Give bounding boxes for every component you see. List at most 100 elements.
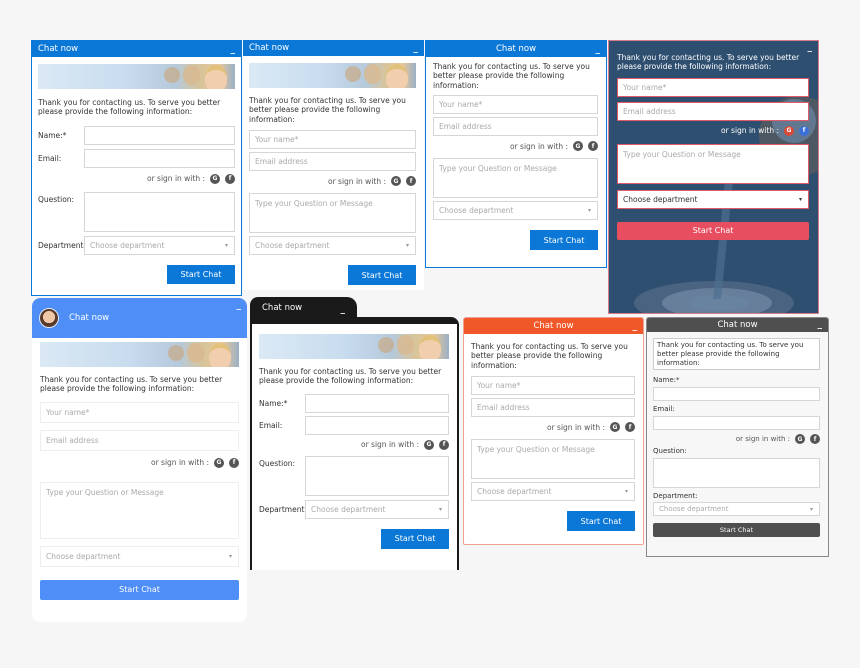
question-label: Question: [259, 458, 296, 468]
start-chat-button[interactable]: Start Chat [653, 523, 820, 538]
chevron-down-icon: ▾ [798, 195, 802, 203]
intro-text: Thank you for contacting us. To serve yo… [471, 342, 628, 370]
chat-header[interactable]: Chat now _ [243, 40, 424, 56]
minimize-button[interactable]: _ [596, 46, 601, 55]
start-chat-button[interactable]: Start Chat [530, 230, 598, 251]
google-plus-icon[interactable]: G [424, 439, 434, 450]
chat-title: Chat now [38, 44, 79, 54]
facebook-icon[interactable]: f [810, 434, 820, 445]
email-label: Email: [653, 405, 675, 414]
start-chat-button[interactable]: Start Chat [617, 221, 809, 240]
question-input[interactable]: Type your Question or Message [617, 143, 809, 184]
signin-text: or sign in with : [547, 422, 605, 432]
name-label: Name:* [653, 376, 680, 385]
email-input[interactable]: Email address [433, 117, 598, 137]
facebook-icon[interactable]: f [229, 457, 239, 468]
start-chat-button[interactable]: Start Chat [567, 511, 635, 532]
support-team-banner [259, 334, 449, 359]
start-chat-button[interactable]: Start Chat [40, 579, 239, 600]
signin-text: or sign in with : [510, 141, 568, 151]
email-input[interactable] [305, 415, 449, 435]
name-input[interactable] [84, 125, 235, 145]
google-plus-icon[interactable]: G [784, 125, 794, 136]
email-input[interactable] [653, 416, 820, 431]
google-plus-icon[interactable]: G [795, 434, 805, 445]
minimize-button[interactable]: _ [818, 321, 823, 330]
facebook-icon[interactable]: f [406, 176, 416, 187]
support-team-banner [249, 63, 416, 88]
email-input[interactable]: Email address [249, 152, 416, 172]
name-input[interactable] [653, 387, 820, 402]
name-input[interactable]: Your name* [617, 77, 809, 97]
question-input[interactable]: Type your Question or Message [433, 158, 598, 199]
minimize-button[interactable]: _ [341, 306, 346, 315]
question-input[interactable] [84, 191, 235, 232]
intro-text: Thank you for contacting us. To serve yo… [259, 367, 442, 386]
chat-header[interactable]: Chat now _ [426, 41, 606, 57]
question-input[interactable] [653, 458, 820, 489]
question-input[interactable]: Type your Question or Message [40, 481, 239, 539]
name-input[interactable]: Your name* [249, 130, 416, 150]
minimize-button[interactable]: _ [633, 323, 638, 332]
start-chat-button[interactable]: Start Chat [348, 265, 416, 286]
department-select[interactable]: Choose department ▾ [84, 235, 235, 255]
name-label: Name:* [38, 130, 67, 140]
department-select[interactable]: Choose department ▾ [305, 499, 449, 519]
department-select[interactable]: Choose department ▾ [617, 189, 809, 209]
email-input[interactable]: Email address [471, 398, 635, 418]
start-chat-button[interactable]: Start Chat [381, 528, 449, 549]
name-input[interactable] [305, 393, 449, 413]
minimize-button[interactable]: _ [231, 46, 236, 55]
name-input[interactable]: Your name* [471, 376, 635, 396]
facebook-icon[interactable]: f [588, 141, 598, 152]
email-input[interactable] [84, 148, 235, 168]
google-plus-icon[interactable]: G [391, 176, 401, 187]
support-team-banner [38, 64, 235, 89]
support-team-banner [40, 342, 239, 367]
department-select[interactable]: Choose department ▾ [40, 545, 239, 567]
chat-header[interactable]: Chat now _ [464, 318, 643, 334]
google-plus-icon[interactable]: G [573, 141, 583, 152]
facebook-icon[interactable]: f [439, 439, 449, 450]
email-input[interactable]: Email address [617, 101, 809, 121]
name-input[interactable]: Your name* [433, 95, 598, 115]
facebook-icon[interactable]: f [799, 125, 809, 136]
facebook-icon[interactable]: f [225, 173, 235, 184]
chat-title: Chat now [495, 44, 537, 54]
chat-widget-light-blue-avatar: Chat now _ Thank you for contacting us. … [32, 298, 247, 622]
department-label: Department: [38, 240, 86, 250]
minimize-button[interactable]: _ [237, 302, 242, 311]
facebook-icon[interactable]: f [625, 422, 635, 433]
question-input[interactable] [305, 455, 449, 496]
department-select[interactable]: Choose department ▾ [471, 482, 635, 502]
department-select[interactable]: Choose department ▾ [653, 502, 820, 517]
intro-text: Thank you for contacting us. To serve yo… [38, 98, 221, 117]
chevron-down-icon: ▾ [587, 207, 591, 215]
chat-title: Chat now [69, 313, 110, 323]
chat-widget-black-tab: Chat now _ Thank you for contacting us. … [249, 297, 460, 570]
department-select[interactable]: Choose department ▾ [249, 236, 416, 256]
signin-text: or sign in with : [735, 435, 790, 444]
google-plus-icon[interactable]: G [214, 457, 224, 468]
department-select[interactable]: Choose department ▾ [433, 201, 598, 221]
name-input[interactable]: Your name* [40, 401, 239, 423]
name-label: Name:* [259, 398, 288, 408]
email-input[interactable]: Email address [40, 429, 239, 451]
intro-text: Thank you for contacting us. To serve yo… [433, 62, 590, 90]
chat-title: Chat now [249, 43, 290, 53]
chat-header[interactable]: Chat now _ [32, 298, 247, 338]
agent-avatar [39, 308, 59, 328]
google-plus-icon[interactable]: G [610, 422, 620, 433]
question-input[interactable]: Type your Question or Message [249, 193, 416, 234]
chat-widget-blue-centered: Chat now _ Thank you for contacting us. … [425, 40, 607, 268]
chat-widget-navy: _ Thank you for contacting us. To serve … [608, 40, 819, 314]
google-plus-icon[interactable]: G [210, 173, 220, 184]
minimize-button[interactable]: _ [414, 45, 419, 54]
chat-widget-blue-labeled: Chat now _ Thank you for contacting us. … [31, 40, 242, 296]
question-input[interactable]: Type your Question or Message [471, 439, 635, 480]
start-chat-button[interactable]: Start Chat [167, 264, 235, 284]
chat-widget-blue-placeholder: Chat now _ Thank you for contacting us. … [243, 40, 424, 290]
chat-header[interactable]: Chat now _ [647, 318, 828, 332]
department-label: Department: [653, 492, 698, 501]
chat-header[interactable]: Chat now _ [32, 41, 241, 57]
